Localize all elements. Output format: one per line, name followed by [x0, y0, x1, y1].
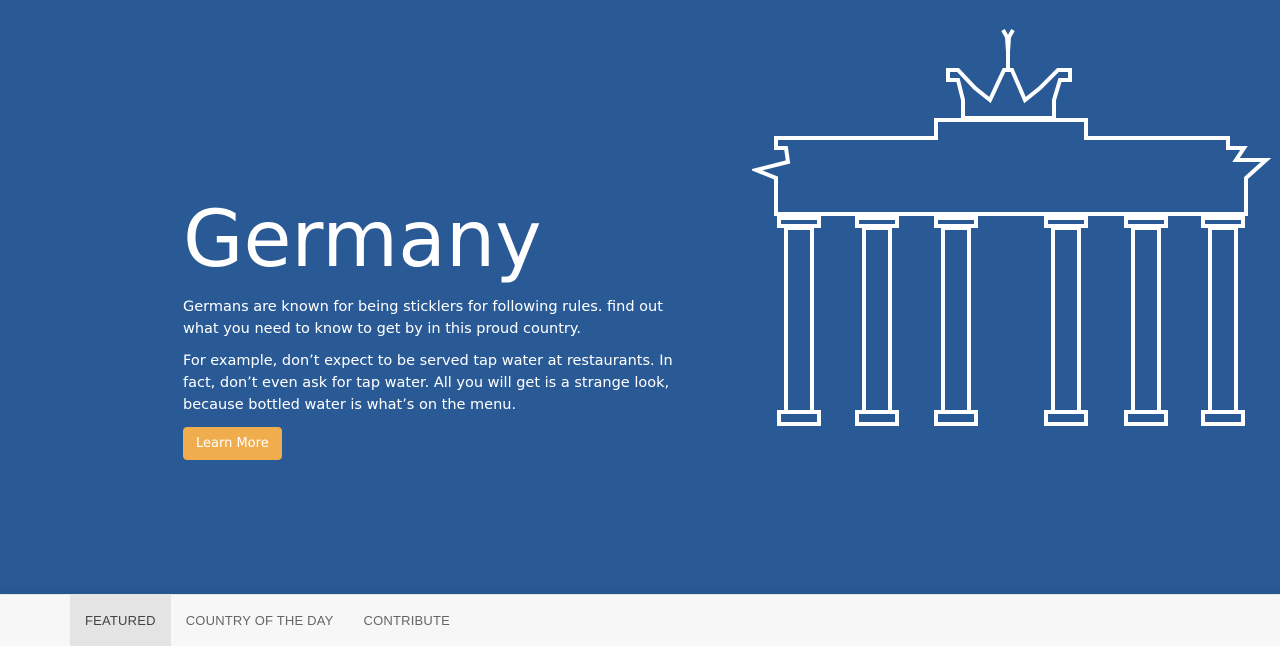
- tab-featured[interactable]: FEATURED: [70, 595, 171, 646]
- brandenburg-gate-icon: [752, 29, 1272, 426]
- hero-text: Germany Germans are known for being stic…: [183, 188, 683, 460]
- bottom-nav: FEATURED COUNTRY OF THE DAY CONTRIBUTE: [0, 594, 1280, 646]
- tab-contribute[interactable]: CONTRIBUTE: [349, 595, 466, 646]
- page-title: Germany: [183, 195, 542, 285]
- hero-section: Germany Germans are known for being stic…: [0, 0, 1280, 594]
- tab-country-of-the-day[interactable]: COUNTRY OF THE DAY: [171, 595, 349, 646]
- example-paragraph: For example, don’t expect to be served t…: [183, 353, 673, 413]
- intro-paragraph: Germans are known for being sticklers fo…: [183, 299, 663, 337]
- nav-tabs: FEATURED COUNTRY OF THE DAY CONTRIBUTE: [70, 595, 465, 646]
- learn-more-button[interactable]: Learn More: [183, 427, 282, 460]
